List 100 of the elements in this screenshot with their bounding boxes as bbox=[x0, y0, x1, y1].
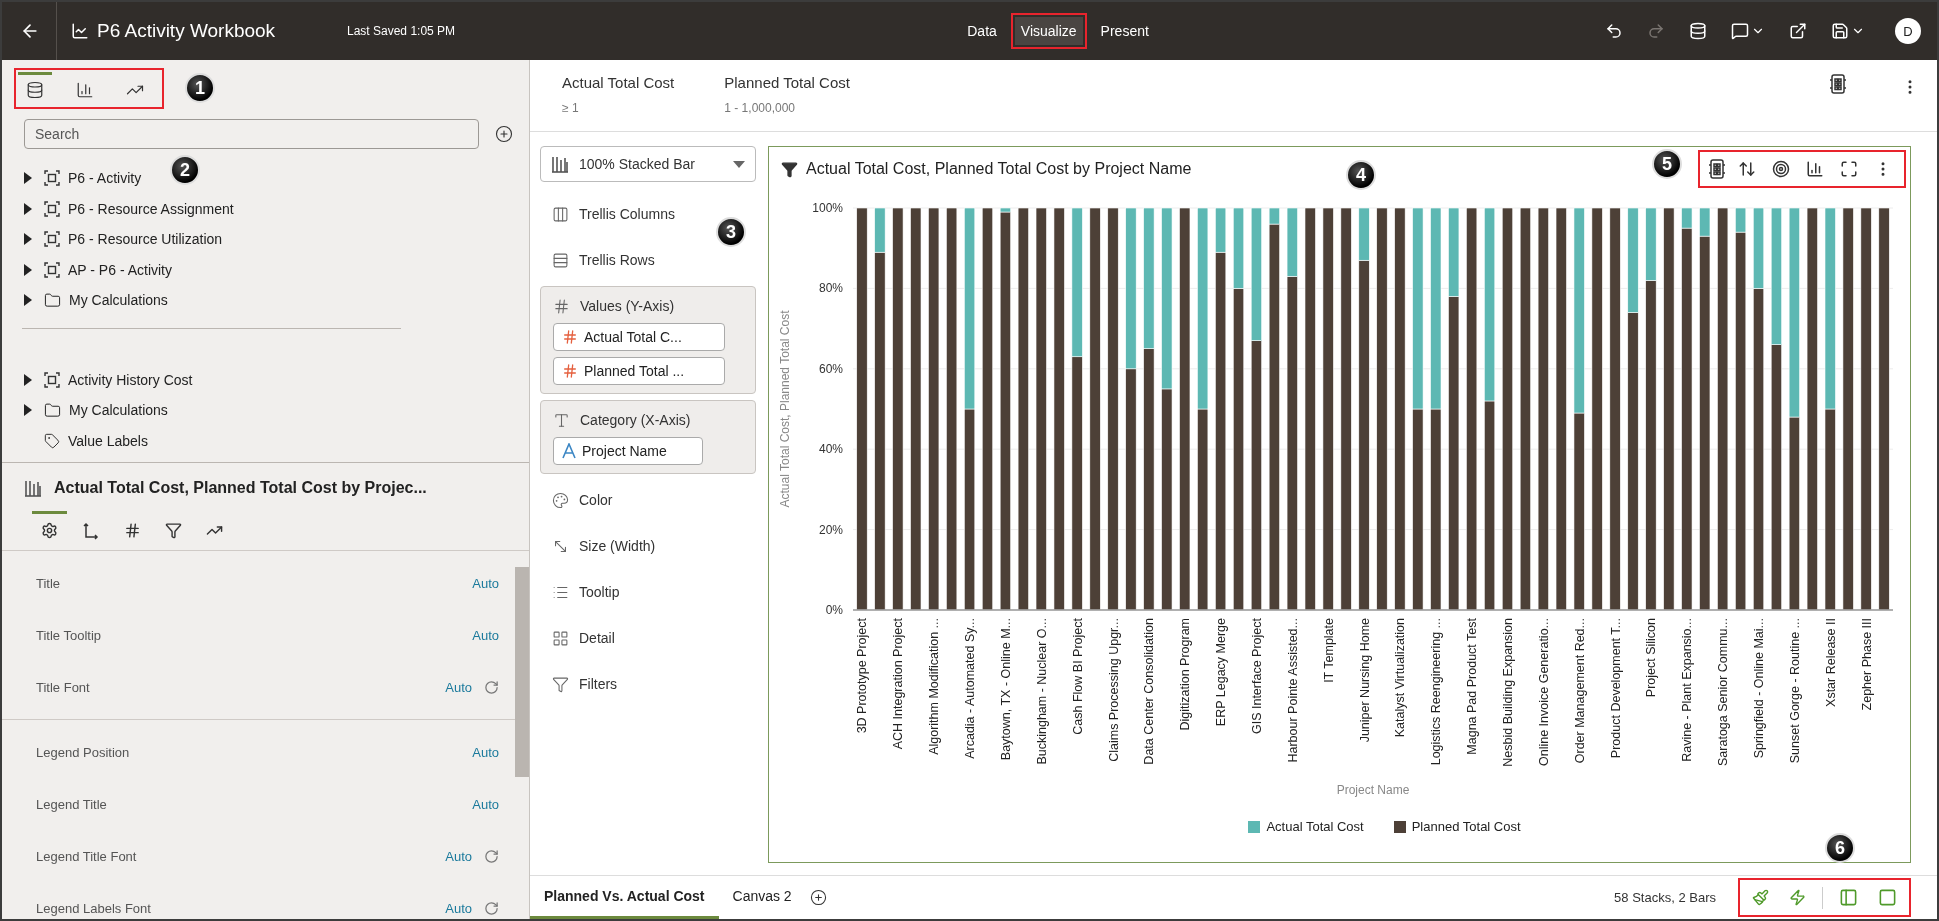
search-field[interactable]: Search bbox=[24, 119, 479, 149]
bar-segment[interactable] bbox=[1035, 207, 1047, 611]
x-tick-label: GIS Interface Project bbox=[1249, 618, 1264, 735]
bar-segment[interactable] bbox=[1071, 356, 1083, 611]
bar-segment[interactable] bbox=[1806, 207, 1818, 611]
bar-segment[interactable] bbox=[1125, 368, 1137, 611]
drop-zone[interactable]: Category (X-Axis) Project Name bbox=[540, 400, 756, 474]
bar-segment[interactable] bbox=[1699, 235, 1711, 611]
bar-segment[interactable] bbox=[1250, 340, 1262, 611]
bar-segment[interactable] bbox=[1322, 207, 1334, 611]
expand-icon[interactable] bbox=[24, 263, 32, 276]
filter-name[interactable]: Planned Total Cost bbox=[724, 74, 850, 91]
property-value[interactable]: Auto bbox=[445, 848, 472, 864]
property-value[interactable]: Auto bbox=[472, 627, 499, 643]
bar-segment[interactable] bbox=[1484, 400, 1496, 611]
expand-icon[interactable] bbox=[24, 202, 32, 215]
chart-type-dropdown[interactable]: 100% Stacked Bar bbox=[540, 146, 756, 182]
canvas-tab[interactable]: Canvas 2 bbox=[718, 876, 806, 919]
bar-segment[interactable] bbox=[856, 207, 868, 611]
bar-segment[interactable] bbox=[1143, 348, 1155, 611]
bar-segment[interactable] bbox=[1555, 207, 1567, 611]
bar-segment[interactable] bbox=[1466, 207, 1478, 611]
bar-segment[interactable] bbox=[1430, 408, 1442, 611]
property-value[interactable]: Auto bbox=[472, 796, 499, 812]
bar-segment[interactable] bbox=[1788, 416, 1800, 611]
bar-segment[interactable] bbox=[892, 207, 904, 611]
bar-segment[interactable] bbox=[1017, 207, 1029, 611]
bar-segment[interactable] bbox=[1232, 288, 1245, 611]
tree-item[interactable]: AP - P6 - Activity bbox=[24, 254, 172, 285]
mode-tab[interactable]: Visualize bbox=[1014, 17, 1083, 45]
bar-segment[interactable] bbox=[1340, 207, 1352, 611]
bar-segment[interactable] bbox=[1860, 207, 1872, 611]
bar-segment[interactable] bbox=[1215, 251, 1227, 611]
bar-segment[interactable] bbox=[1717, 207, 1729, 611]
bar-segment[interactable] bbox=[1501, 207, 1514, 611]
bar-segment[interactable] bbox=[1179, 207, 1191, 611]
bar-segment[interactable] bbox=[1161, 388, 1173, 611]
bar-segment[interactable] bbox=[1842, 207, 1854, 611]
bar-segment[interactable] bbox=[1824, 408, 1836, 611]
mode-tab[interactable]: Data bbox=[961, 17, 1003, 45]
tree-item[interactable]: My Calculations bbox=[24, 285, 168, 316]
bar-segment[interactable] bbox=[1770, 344, 1782, 611]
tree-item[interactable]: P6 - Resource Assignment bbox=[24, 193, 234, 224]
bar-segment[interactable] bbox=[1573, 412, 1585, 611]
canvas-tab[interactable]: Planned Vs. Actual Cost bbox=[530, 876, 719, 919]
bar-segment[interactable] bbox=[1394, 207, 1406, 611]
property-value[interactable]: Auto bbox=[445, 679, 472, 695]
bar-segment[interactable] bbox=[981, 207, 994, 611]
mode-tab[interactable]: Present bbox=[1094, 17, 1155, 45]
tree-item[interactable]: My Calculations bbox=[24, 395, 168, 426]
caret-icon[interactable] bbox=[733, 160, 745, 168]
bar-segment[interactable] bbox=[1089, 207, 1101, 611]
expand-icon[interactable] bbox=[24, 373, 32, 386]
tree-item[interactable]: P6 - Activity bbox=[24, 163, 142, 194]
reset-icon[interactable] bbox=[484, 679, 499, 695]
bar-segment[interactable] bbox=[1609, 207, 1621, 611]
filter-icon[interactable] bbox=[781, 160, 798, 178]
expand-icon[interactable] bbox=[24, 404, 32, 417]
bar-segment[interactable] bbox=[1412, 408, 1424, 611]
bar-segment[interactable] bbox=[1752, 288, 1765, 611]
bar-segment[interactable] bbox=[1053, 207, 1065, 611]
bar-segment[interactable] bbox=[874, 251, 886, 611]
filter-name[interactable]: Actual Total Cost bbox=[562, 74, 675, 91]
bar-segment[interactable] bbox=[1663, 207, 1675, 611]
drop-zone[interactable]: Values (Y-Axis) Actual Total C... Planned Total ... bbox=[540, 286, 756, 394]
bar-segment[interactable] bbox=[1627, 312, 1639, 611]
bar-segment[interactable] bbox=[1286, 276, 1298, 611]
reset-icon[interactable] bbox=[484, 900, 499, 916]
bar-segment[interactable] bbox=[1358, 259, 1370, 611]
bar-segment[interactable] bbox=[1448, 296, 1460, 611]
bar-segment[interactable] bbox=[1304, 207, 1316, 611]
bar-segment[interactable] bbox=[1645, 280, 1657, 611]
bar-segment[interactable] bbox=[964, 408, 976, 611]
bar-segment[interactable] bbox=[1681, 227, 1693, 611]
expand-icon[interactable] bbox=[24, 294, 32, 307]
bar-segment[interactable] bbox=[1878, 207, 1890, 611]
expand-icon[interactable] bbox=[24, 172, 32, 185]
bar-segment[interactable] bbox=[1107, 207, 1119, 611]
bar-segment[interactable] bbox=[1735, 231, 1747, 611]
grid-icon[interactable] bbox=[1708, 159, 1726, 179]
reset-icon[interactable] bbox=[484, 848, 499, 864]
tree-item[interactable]: P6 - Resource Utilization bbox=[24, 224, 223, 255]
bar-segment[interactable] bbox=[1537, 207, 1549, 611]
user-avatar[interactable]: D bbox=[1895, 18, 1921, 44]
bar-segment[interactable] bbox=[946, 207, 958, 611]
property-value[interactable]: Auto bbox=[472, 575, 499, 591]
tree-item[interactable]: Value Labels bbox=[24, 425, 148, 456]
property-value[interactable]: Auto bbox=[445, 900, 472, 916]
bar-segment[interactable] bbox=[1591, 207, 1603, 611]
expand-icon[interactable] bbox=[24, 233, 32, 246]
bar-segment[interactable] bbox=[1268, 223, 1280, 611]
bar-segment[interactable] bbox=[910, 207, 922, 611]
bar-segment[interactable] bbox=[1519, 207, 1531, 611]
bar-segment[interactable] bbox=[1376, 207, 1388, 611]
bar-segment[interactable] bbox=[928, 207, 940, 611]
bar-segment[interactable] bbox=[999, 211, 1011, 611]
bar-segment[interactable] bbox=[1197, 408, 1209, 611]
property-value[interactable]: Auto bbox=[472, 744, 499, 760]
tree-item[interactable]: Activity History Cost bbox=[24, 364, 193, 395]
filter-grid-icon[interactable] bbox=[1829, 74, 1847, 94]
